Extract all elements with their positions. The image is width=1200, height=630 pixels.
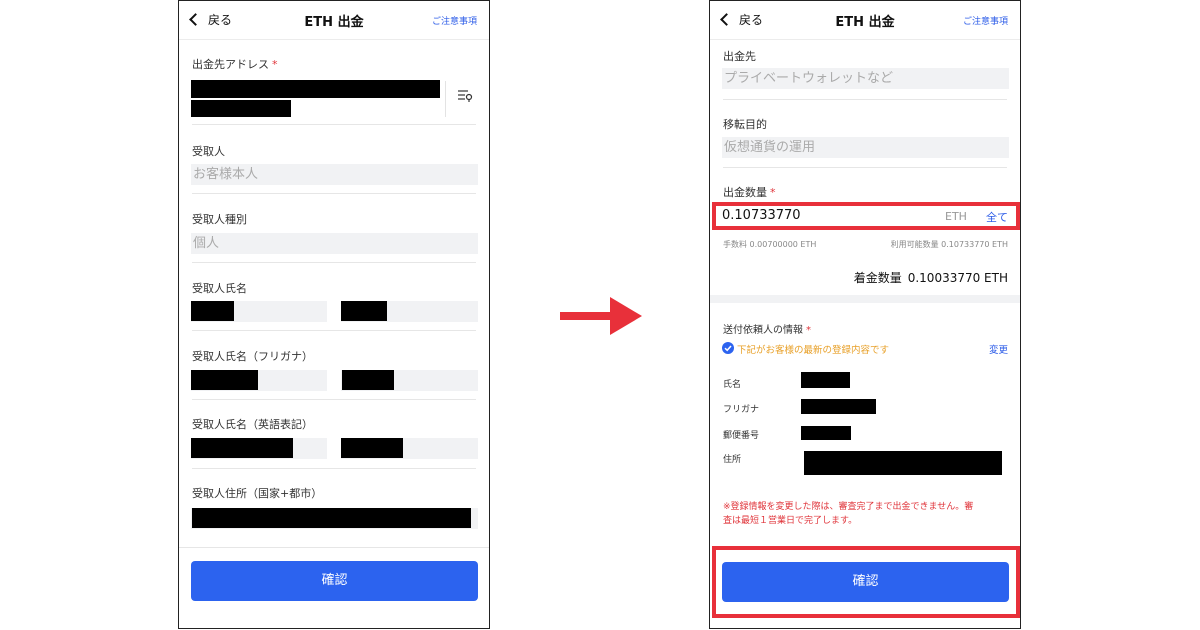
postal-row-label: 郵便番号 [723,431,760,441]
redacted-last-name-en [191,438,293,458]
redacted-name [801,372,850,388]
redacted-address-line1 [191,80,440,98]
redacted-first-name [341,301,387,321]
address-book-icon[interactable] [457,89,473,103]
purpose-field[interactable]: 仮想通貨の運用 [722,137,1009,158]
address-label: 出金先アドレス * [192,58,278,71]
all-button[interactable]: 全て [986,209,1008,225]
header: 戻る ETH 出金 ご注意事項 [710,1,1020,40]
redacted-first-name-en [341,438,403,458]
recipient-kana-label: 受取人氏名（フリガナ） [192,350,313,363]
divider [179,547,489,548]
warning-text: ※登録情報を変更した際は、審査完了まで出金できません。審 査は最短１営業日で完了… [723,502,974,526]
redacted-recipient-address [192,508,471,528]
kana-row-label: フリガナ [723,405,760,415]
divider [723,99,1007,100]
registered-note: 下記がお客様の最新の登録内容です [737,345,890,356]
recipient-label: 受取人 [192,145,225,158]
redacted-address [804,451,1002,475]
redacted-first-name-kana [342,370,394,390]
divider [192,468,476,469]
amount-label: 出金数量 * [723,186,776,199]
divider [192,399,476,400]
arrow-right-icon [560,297,642,335]
redacted-last-name-kana [191,370,258,390]
divider [192,330,476,331]
fee-text: 手数料 0.00700000 ETH [723,240,817,249]
notice-link[interactable]: ご注意事項 [432,14,477,27]
redacted-kana [801,399,876,414]
redacted-address-line2 [191,100,291,117]
withdraw-form-screen-right: 戻る ETH 出金 ご注意事項 出金先 プライベートウォレットなど 移転目的 仮… [709,0,1021,629]
withdraw-form-screen-left: 戻る ETH 出金 ご注意事項 出金先アドレス * 受取人 お客様本人 受取人種別… [178,0,490,629]
redacted-last-name [191,301,234,321]
name-row-label: 氏名 [723,380,742,390]
destination-label: 出金先 [723,50,756,63]
section-separator [710,295,1020,303]
divider [192,193,476,194]
confirm-button[interactable]: 確認 [722,562,1009,602]
check-circle-icon [722,342,734,354]
divider [192,124,476,125]
divider [723,167,1007,168]
confirm-button[interactable]: 確認 [191,561,478,601]
destination-field[interactable]: プライベートウォレットなど [722,68,1009,89]
purpose-label: 移転目的 [723,118,767,131]
divider [192,262,476,263]
recipient-type-field[interactable]: 個人 [191,233,478,254]
recipient-type-label: 受取人種別 [192,213,247,226]
redacted-postal [801,426,851,440]
available-text: 利用可能数量 0.10733770 ETH [890,240,1008,249]
recipient-field[interactable]: お客様本人 [191,164,478,185]
header: 戻る ETH 出金 ご注意事項 [179,1,489,40]
notice-link[interactable]: ご注意事項 [963,14,1008,27]
amount-unit: ETH [945,210,967,223]
address-separator [445,81,446,117]
change-link[interactable]: 変更 [989,342,1008,356]
sender-info-label: 送付依頼人の情報 * [723,325,811,336]
amount-input[interactable]: 0.10733770 [722,208,801,223]
address-row-label: 住所 [723,455,742,465]
recipient-en-label: 受取人氏名（英語表記） [192,418,313,431]
recipient-address-label: 受取人住所（国家+都市） [192,487,323,500]
recipient-name-label: 受取人氏名 [192,282,247,295]
received-amount: 着金数量 0.10033770 ETH [853,271,1008,285]
